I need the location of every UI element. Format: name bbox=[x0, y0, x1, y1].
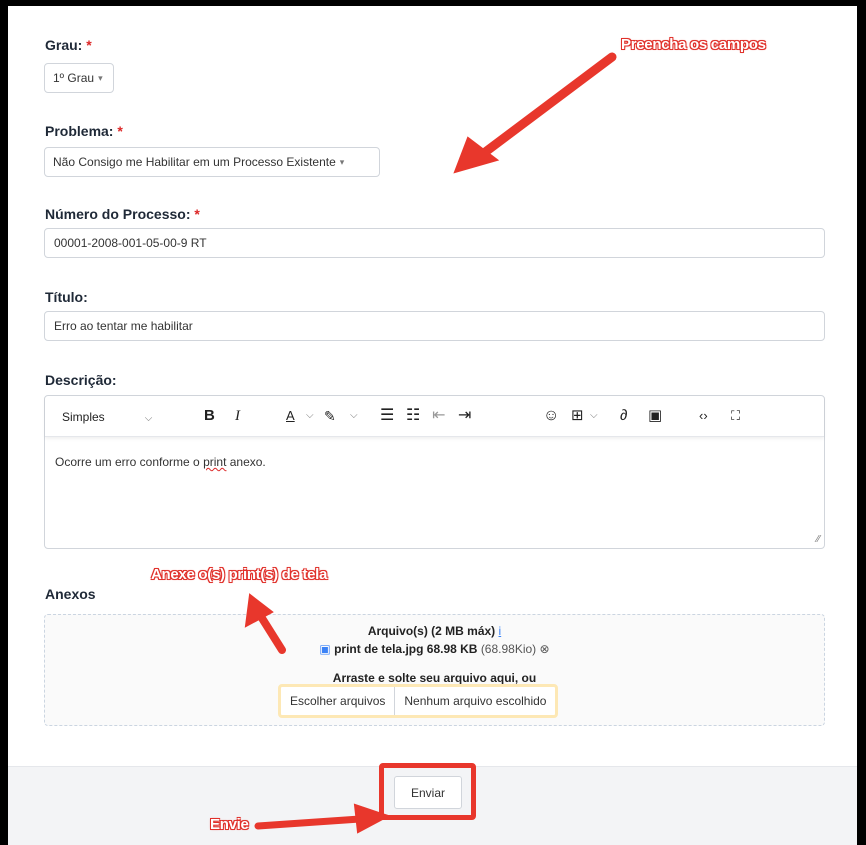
image-icon[interactable]: ▣ bbox=[648, 406, 662, 426]
numero-processo-value: 00001-2008-001-05-00-9 RT bbox=[54, 236, 207, 250]
required-mark: * bbox=[86, 37, 92, 53]
image-file-icon: ▣ bbox=[319, 642, 331, 656]
italic-icon[interactable]: I bbox=[235, 406, 240, 426]
problema-select[interactable]: Não Consigo me Habilitar em um Processo … bbox=[44, 147, 380, 177]
indent-icon[interactable]: ⇥ bbox=[458, 406, 471, 426]
titulo-label: Título: bbox=[45, 289, 88, 305]
required-mark: * bbox=[194, 206, 200, 222]
attached-file-size: (68.98Kio) bbox=[480, 642, 537, 656]
bold-icon[interactable]: B bbox=[204, 406, 215, 426]
chevron-down-icon[interactable]: ⌵ bbox=[590, 406, 598, 426]
caret-down-icon: ▾ bbox=[98, 72, 103, 83]
titulo-input[interactable]: Erro ao tentar me habilitar bbox=[44, 311, 825, 341]
bullet-list-icon[interactable]: ☰ bbox=[380, 406, 394, 426]
code-view-icon[interactable]: ‹› bbox=[699, 406, 708, 426]
callout-send: Envie bbox=[210, 816, 249, 833]
file-dropzone[interactable]: Arquivo(s) (2 MB máx) i ▣ print de tela.… bbox=[44, 614, 825, 726]
choose-files-button[interactable]: Escolher arquivos bbox=[281, 687, 396, 715]
numero-processo-input[interactable]: 00001-2008-001-05-00-9 RT bbox=[44, 228, 825, 258]
required-mark: * bbox=[117, 123, 123, 139]
callout-fill-fields: Preencha os campos bbox=[621, 36, 766, 53]
info-icon[interactable]: i bbox=[499, 624, 502, 638]
file-limit-text: Arquivo(s) (2 MB máx) i bbox=[367, 624, 502, 638]
descricao-label: Descrição: bbox=[45, 372, 117, 388]
file-input[interactable]: Escolher arquivos Nenhum arquivo escolhi… bbox=[278, 684, 559, 718]
anexos-label: Anexos bbox=[45, 586, 96, 602]
no-file-text: Nenhum arquivo escolhido bbox=[404, 694, 547, 708]
editor-toolbar: Simples ⌵ B I A ⌵ ✎ ⌵ ☰ ☷ ⇤ ⇥ ☺ ⊞ ⌵ ∂ ▣ ‹… bbox=[45, 396, 824, 437]
font-color-icon[interactable]: A bbox=[286, 406, 295, 426]
table-icon[interactable]: ⊞ bbox=[571, 406, 584, 426]
grau-select[interactable]: 1º Grau ▾ bbox=[44, 63, 114, 93]
editor-content[interactable]: Ocorre um erro conforme o print anexo. bbox=[55, 455, 266, 469]
titulo-value: Erro ao tentar me habilitar bbox=[54, 319, 193, 333]
grau-label: Grau: * bbox=[45, 37, 92, 53]
misspelled-word: print bbox=[203, 455, 227, 469]
caret-down-icon: ▾ bbox=[339, 156, 345, 167]
drop-instruction: Arraste e solte seu arquivo aqui, ou bbox=[332, 671, 537, 685]
attached-file: ▣ print de tela.jpg 68.98 KB (68.98Kio) … bbox=[45, 642, 824, 656]
style-select[interactable]: Simples ⌵ bbox=[62, 407, 152, 429]
problema-label: Problema: * bbox=[45, 123, 123, 139]
attached-file-name: print de tela.jpg 68.98 KB bbox=[334, 642, 478, 656]
fullscreen-icon[interactable]: ⛶ bbox=[731, 406, 740, 426]
chevron-down-icon: ⌵ bbox=[144, 413, 153, 424]
numero-label: Número do Processo: * bbox=[45, 206, 200, 222]
outdent-icon[interactable]: ⇤ bbox=[432, 406, 445, 426]
callout-attach-prints: Anexe o(s) print(s) de tela bbox=[151, 566, 328, 583]
submit-button[interactable]: Enviar bbox=[394, 776, 462, 809]
form-page: Grau: * 1º Grau ▾ Problema: * Não Consigo… bbox=[8, 6, 857, 845]
chevron-down-icon[interactable]: ⌵ bbox=[306, 406, 314, 426]
problema-select-value: Não Consigo me Habilitar em um Processo … bbox=[53, 155, 336, 169]
link-icon[interactable]: ∂ bbox=[620, 406, 627, 426]
rich-text-editor[interactable]: Simples ⌵ B I A ⌵ ✎ ⌵ ☰ ☷ ⇤ ⇥ ☺ ⊞ ⌵ ∂ ▣ ‹… bbox=[44, 395, 825, 549]
resize-handle-icon[interactable]: ⁄⁄ bbox=[817, 534, 820, 545]
numbered-list-icon[interactable]: ☷ bbox=[406, 406, 420, 426]
emoji-icon[interactable]: ☺ bbox=[543, 406, 559, 426]
highlight-icon[interactable]: ✎ bbox=[324, 406, 336, 426]
grau-select-value: 1º Grau bbox=[53, 71, 95, 85]
chevron-down-icon[interactable]: ⌵ bbox=[350, 406, 358, 426]
remove-file-icon[interactable]: ⊗ bbox=[540, 642, 550, 656]
